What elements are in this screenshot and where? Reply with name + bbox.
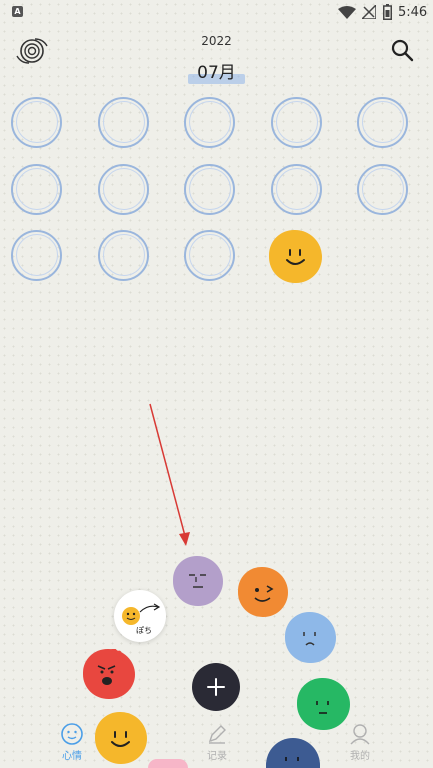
mood-calm[interactable] (173, 556, 223, 606)
status-bar: A 5:46 (0, 0, 433, 24)
calendar-day[interactable] (98, 97, 149, 148)
battery-icon (383, 4, 392, 20)
year-label: 2022 (201, 34, 232, 48)
wifi-icon (338, 6, 356, 19)
mood-playful[interactable] (238, 567, 288, 617)
calendar-day[interactable] (271, 164, 322, 215)
month-selector[interactable]: 07月 (0, 58, 433, 86)
calendar-day[interactable] (11, 164, 62, 215)
nav-record[interactable]: 记录 (187, 716, 247, 766)
search-icon[interactable] (390, 38, 414, 62)
annotation-arrow (149, 403, 190, 546)
calendar-day[interactable] (184, 230, 235, 281)
calendar-day[interactable] (357, 97, 408, 148)
tired-face-icon (285, 757, 299, 761)
calendar-day[interactable] (98, 164, 149, 215)
happy-face-icon (111, 731, 130, 747)
nav-record-label: 记录 (207, 751, 227, 762)
calendar-day[interactable] (184, 97, 235, 148)
nav-profile-label: 我的 (350, 751, 370, 762)
app-notification-icon: A (12, 6, 23, 17)
mood-angry[interactable] (83, 649, 135, 699)
mood-partial-pink (148, 759, 188, 768)
smile-icon (61, 723, 83, 745)
nav-mood[interactable]: 心情 (42, 716, 102, 766)
nav-profile[interactable]: 我的 (330, 716, 390, 766)
playful-face-icon (254, 585, 274, 602)
calendar-day[interactable] (357, 164, 408, 215)
month-label: 07月 (188, 58, 245, 86)
calendar-day[interactable] (271, 97, 322, 148)
pencil-icon (208, 725, 226, 744)
mood-tired[interactable] (266, 738, 320, 768)
mood-custom[interactable]: ぽち (114, 590, 166, 642)
mood-sad[interactable] (285, 612, 336, 663)
calendar-day[interactable] (11, 97, 62, 148)
calendar-day[interactable] (98, 230, 149, 281)
calendar-day[interactable] (11, 230, 62, 281)
angry-face-icon (97, 649, 125, 685)
signal-icon (362, 5, 376, 19)
profile-icon (350, 724, 370, 745)
clock: 5:46 (398, 5, 428, 20)
nav-mood-label: 心情 (62, 751, 82, 762)
happy-face-icon (286, 249, 305, 265)
calendar-day-happy[interactable] (269, 230, 322, 283)
custom-mood-icon: ぽち (122, 603, 161, 635)
mood-happy[interactable] (95, 712, 147, 764)
sad-face-icon (303, 632, 316, 646)
svg-text:ぽち: ぽち (136, 626, 152, 635)
add-mood-button[interactable] (192, 663, 240, 711)
calendar-day[interactable] (184, 164, 235, 215)
calm-face-icon (189, 574, 206, 588)
